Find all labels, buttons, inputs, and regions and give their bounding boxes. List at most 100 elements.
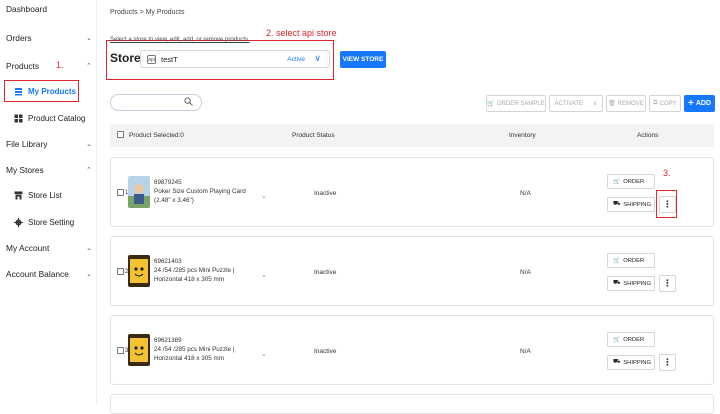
chevron-up-icon: ⌃ <box>86 63 92 70</box>
breadcrumb: Products > My Products <box>110 9 185 16</box>
shipping-button[interactable]: ⛟ SHIPPING <box>607 276 655 291</box>
order-label: ORDER <box>623 336 645 343</box>
product-name: 24 /54 /285 pcs Mini Puzzle | Horizontal… <box>154 346 235 362</box>
shipping-button[interactable]: ⛟ SHIPPING <box>607 355 655 370</box>
row-checkbox[interactable]: 2 <box>117 268 128 275</box>
annotation-step1: 1. <box>56 60 64 70</box>
chevron-down-icon[interactable]: ⌄ <box>261 192 267 200</box>
product-name: 24 /54 /285 pcs Mini Puzzle | Horizontal… <box>154 267 235 283</box>
view-store-button[interactable]: VIEW STORE <box>340 51 386 68</box>
store-select[interactable]: api testT Active ∨ <box>140 50 330 68</box>
sidebar-item-label: Product Catalog <box>28 113 86 123</box>
chevron-down-icon: ∨ <box>314 53 321 63</box>
order-sample-label: ORDER SAMPLE <box>496 100 545 107</box>
order-button[interactable]: 🛒 ORDER <box>607 253 655 268</box>
sidebar-item-label: Products <box>6 61 40 71</box>
copy-icon: ⧉ <box>653 100 658 106</box>
shipping-label: SHIPPING <box>623 201 651 208</box>
header-status: Product Status <box>292 132 335 139</box>
search-icon <box>184 97 193 108</box>
store-status: Active <box>287 56 305 63</box>
cart-icon: 🛒 <box>613 336 621 343</box>
table-row: 1 69879245 Poker Size Custom Playing Car… <box>110 157 714 227</box>
copy-button[interactable]: ⧉ COPY <box>649 95 681 112</box>
order-label: ORDER <box>623 178 645 185</box>
product-id: 69621389 <box>154 337 182 344</box>
trash-icon: 🗑 <box>608 101 616 107</box>
product-thumbnail[interactable] <box>128 176 150 208</box>
sidebar-item-store-list[interactable]: Store List <box>14 187 80 203</box>
select-all-checkbox[interactable] <box>117 131 124 138</box>
more-options-button[interactable]: ⋮ <box>659 354 676 371</box>
sidebar-item-store-setting[interactable]: Store Setting <box>14 214 80 230</box>
add-button[interactable]: + ADD <box>684 95 715 112</box>
product-thumbnail[interactable] <box>128 255 150 287</box>
row-checkbox[interactable]: 1 <box>117 189 128 196</box>
sidebar-item-product-catalog[interactable]: Product Catalog <box>14 110 96 126</box>
annotation-step3: 3. <box>663 168 671 178</box>
table-header: Product Selected:0 Product Status Invent… <box>110 124 714 147</box>
header-product: Product Selected:0 <box>129 132 184 139</box>
cart-icon: 🛒 <box>487 101 495 107</box>
order-sample-button[interactable]: 🛒 ORDER SAMPLE <box>486 95 546 112</box>
remove-label: REMOVE <box>617 100 644 107</box>
chevron-down-icon: ⌄ <box>86 245 92 252</box>
order-label: ORDER <box>623 257 645 264</box>
sidebar-item-account-balance[interactable]: Account Balance ⌄ <box>6 266 96 282</box>
product-name: Poker Size Custom Playing Card (2.48" x … <box>154 188 246 204</box>
store-hint: Select a store to view, edit, add, or re… <box>110 37 250 43</box>
product-id: 69879245 <box>154 179 182 186</box>
shipping-button[interactable]: ⛟ SHIPPING <box>607 197 655 212</box>
sidebar-item-label: Orders <box>6 33 32 43</box>
gear-icon <box>14 217 23 227</box>
chevron-down-icon: ⌄ <box>86 271 92 278</box>
sidebar-item-label: Store List <box>28 190 62 200</box>
sidebar-item-label: Account Balance <box>6 269 69 279</box>
chevron-up-icon: ⌃ <box>86 167 92 174</box>
table-row: 2 69621403 24 /54 /285 pcs Mini Puzzle |… <box>110 236 714 306</box>
sidebar-item-my-account[interactable]: My Account ⌄ <box>6 240 96 256</box>
chevron-down-icon[interactable]: ⌄ <box>261 350 267 358</box>
activate-button[interactable]: ACTIVATE ∨ <box>549 95 603 112</box>
product-status: Inactive <box>314 269 337 276</box>
sidebar-item-label: My Stores <box>6 165 44 175</box>
store-icon <box>14 191 23 200</box>
remove-button[interactable]: 🗑 REMOVE <box>606 95 646 112</box>
order-button[interactable]: 🛒 ORDER <box>607 174 655 189</box>
grid-icon <box>14 114 23 123</box>
annotation-step2: 2. select api store <box>266 28 337 38</box>
product-status: Inactive <box>314 348 337 355</box>
chevron-down-icon: ⌄ <box>86 141 92 148</box>
product-status: Inactive <box>314 190 337 197</box>
chevron-down-icon: ∨ <box>593 101 598 107</box>
sidebar-item-orders[interactable]: Orders ⌄ <box>6 30 96 46</box>
annotation-box-my-products <box>4 80 79 102</box>
chevron-down-icon[interactable]: ⌄ <box>261 271 267 279</box>
order-button[interactable]: 🛒 ORDER <box>607 332 655 347</box>
sidebar-item-dashboard[interactable]: Dashboard <box>6 1 96 17</box>
store-name: testT <box>161 55 178 64</box>
product-thumbnail[interactable] <box>128 334 150 366</box>
table-row: 3 69621389 24 /54 /285 pcs Mini Puzzle |… <box>110 315 714 385</box>
api-store-icon: api <box>147 55 156 64</box>
table-row <box>110 394 714 414</box>
sidebar-item-file-library[interactable]: File Library ⌄ <box>6 136 96 152</box>
cart-icon: 🛒 <box>613 257 621 264</box>
search-input[interactable] <box>110 94 202 111</box>
sidebar-item-products[interactable]: Products ⌃ <box>6 58 96 74</box>
add-label: ADD <box>695 100 711 107</box>
product-inventory: N/A <box>520 348 531 355</box>
truck-icon: ⛟ <box>613 201 621 207</box>
annotation-box-more <box>656 190 677 218</box>
product-inventory: N/A <box>520 190 531 197</box>
plus-icon: + <box>687 98 694 109</box>
chevron-down-icon: ⌄ <box>86 35 92 42</box>
row-checkbox[interactable]: 3 <box>117 347 128 354</box>
more-options-button[interactable]: ⋮ <box>659 275 676 292</box>
copy-label: COPY <box>659 100 677 107</box>
truck-icon: ⛟ <box>613 280 621 286</box>
sidebar-item-label: My Account <box>6 243 50 253</box>
sidebar-item-my-stores[interactable]: My Stores ⌃ <box>6 162 96 178</box>
main-content: Products > My Products 2. select api sto… <box>98 0 720 414</box>
sidebar-item-label: Store Setting <box>28 217 75 227</box>
